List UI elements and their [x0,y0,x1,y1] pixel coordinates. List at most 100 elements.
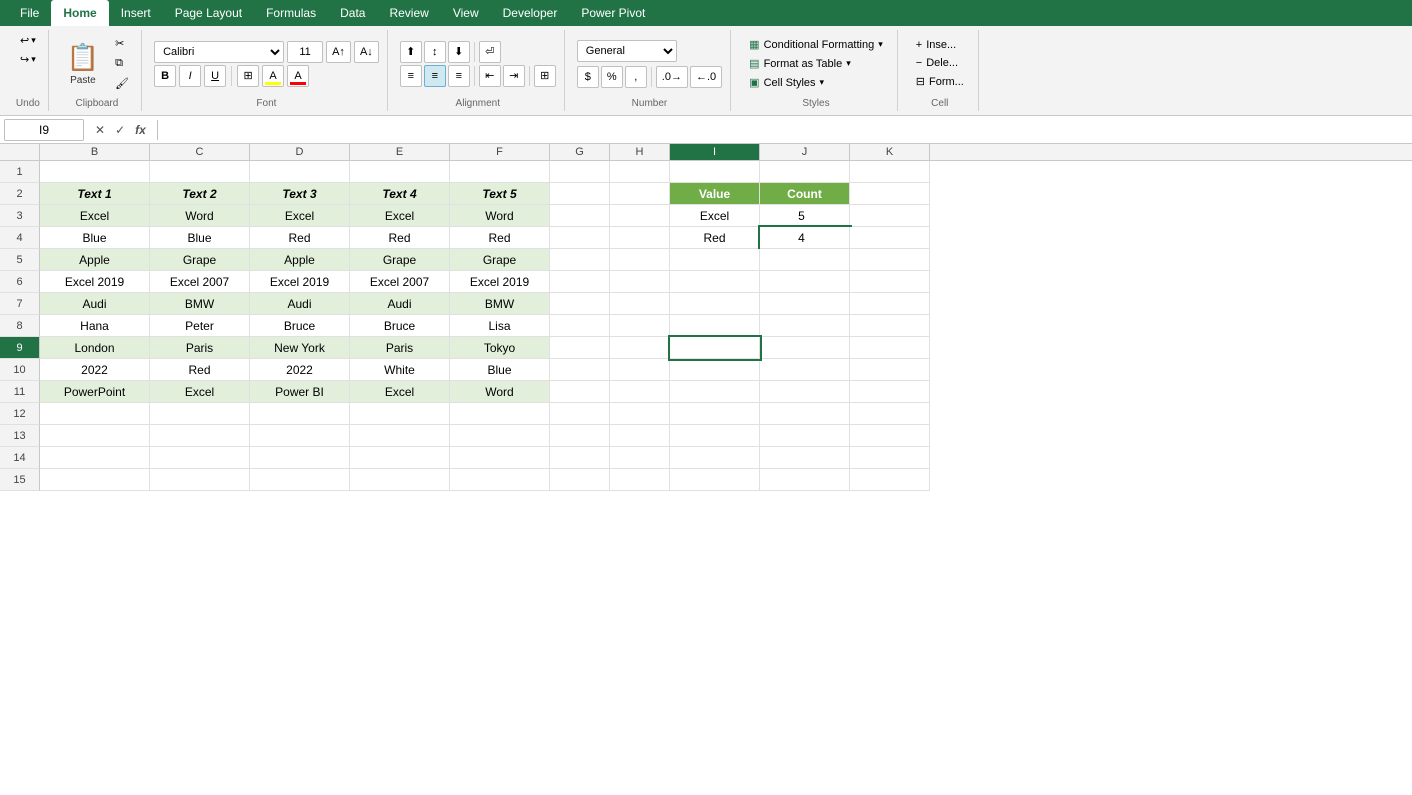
cell-d7[interactable]: Audi [250,293,350,315]
copy-button[interactable]: ⧉ [111,55,133,72]
cell-b13[interactable] [40,425,150,447]
confirm-formula-button[interactable]: ✓ [112,121,128,139]
cell-i14[interactable] [670,447,760,469]
decrease-font-button[interactable]: A↓ [354,41,379,63]
align-middle-button[interactable]: ↕ [424,41,446,63]
cell-i9[interactable] [670,337,760,359]
cell-f6[interactable]: Excel 2019 [450,271,550,293]
cell-i3[interactable]: Excel [670,205,760,227]
col-header-j[interactable]: J [760,144,850,160]
cell-b1[interactable] [40,161,150,183]
cell-styles-button[interactable]: ▣ Cell Styles ▾ [743,74,889,91]
cell-k2[interactable] [850,183,930,205]
cell-c9[interactable]: Paris [150,337,250,359]
cell-j7[interactable] [760,293,850,315]
insert-button[interactable]: + Inse... [910,37,970,53]
decrease-indent-button[interactable]: ⇤ [479,65,501,87]
cell-d4[interactable]: Red [250,227,350,249]
cell-b7[interactable]: Audi [40,293,150,315]
cell-c5[interactable]: Grape [150,249,250,271]
align-right-button[interactable]: ≡ [448,65,470,87]
cell-j1[interactable] [760,161,850,183]
cell-g6[interactable] [550,271,610,293]
cell-f1[interactable] [450,161,550,183]
cell-h6[interactable] [610,271,670,293]
cell-h14[interactable] [610,447,670,469]
cell-k11[interactable] [850,381,930,403]
cell-k15[interactable] [850,469,930,491]
cell-e12[interactable] [350,403,450,425]
col-header-i[interactable]: I [670,144,760,160]
cell-h10[interactable] [610,359,670,381]
cell-e15[interactable] [350,469,450,491]
cell-b4[interactable]: Blue [40,227,150,249]
format-as-table-button[interactable]: ▤ Format as Table ▾ [743,55,889,72]
cell-k10[interactable] [850,359,930,381]
cell-c4[interactable]: Blue [150,227,250,249]
cell-c15[interactable] [150,469,250,491]
undo-button[interactable]: ↩ ▾ [16,32,40,49]
cell-h4[interactable] [610,227,670,249]
cell-j2[interactable]: Count [760,183,850,205]
cell-i8[interactable] [670,315,760,337]
underline-button[interactable]: U [204,65,226,87]
cell-e13[interactable] [350,425,450,447]
cell-j4[interactable]: 4 [760,227,850,249]
cell-g3[interactable] [550,205,610,227]
cell-g9[interactable] [550,337,610,359]
cell-b6[interactable]: Excel 2019 [40,271,150,293]
cut-button[interactable]: ✂ [111,35,133,52]
col-header-k[interactable]: K [850,144,930,160]
cell-e6[interactable]: Excel 2007 [350,271,450,293]
font-name-select[interactable]: Calibri [154,41,284,63]
cell-g1[interactable] [550,161,610,183]
cell-h5[interactable] [610,249,670,271]
cell-h8[interactable] [610,315,670,337]
cell-d11[interactable]: Power BI [250,381,350,403]
cell-i15[interactable] [670,469,760,491]
cell-j9[interactable] [760,337,850,359]
cell-k12[interactable] [850,403,930,425]
tab-developer[interactable]: Developer [491,0,570,26]
cell-d13[interactable] [250,425,350,447]
align-center-button[interactable]: ≡ [424,65,446,87]
cell-j14[interactable] [760,447,850,469]
number-format-select[interactable]: General [577,40,677,62]
formula-input[interactable] [162,122,1408,138]
col-header-c[interactable]: C [150,144,250,160]
cell-k5[interactable] [850,249,930,271]
cell-g8[interactable] [550,315,610,337]
col-header-b[interactable]: B [40,144,150,160]
cell-h7[interactable] [610,293,670,315]
name-box[interactable] [4,119,84,141]
cell-j8[interactable] [760,315,850,337]
tab-data[interactable]: Data [328,0,377,26]
ribbon-tabs[interactable]: File Home Insert Page Layout Formulas Da… [0,0,1412,26]
cell-e14[interactable] [350,447,450,469]
cell-f2[interactable]: Text 5 [450,183,550,205]
cell-e8[interactable]: Bruce [350,315,450,337]
tab-file[interactable]: File [8,0,51,26]
cell-k6[interactable] [850,271,930,293]
cell-c11[interactable]: Excel [150,381,250,403]
cell-d14[interactable] [250,447,350,469]
cell-g5[interactable] [550,249,610,271]
cell-b15[interactable] [40,469,150,491]
cancel-formula-button[interactable]: ✕ [92,121,108,139]
cell-h13[interactable] [610,425,670,447]
cell-e11[interactable]: Excel [350,381,450,403]
cell-j3[interactable]: 5 [760,205,850,227]
cell-j11[interactable] [760,381,850,403]
cell-k4[interactable] [850,227,930,249]
cell-c8[interactable]: Peter [150,315,250,337]
cell-f8[interactable]: Lisa [450,315,550,337]
tab-insert[interactable]: Insert [109,0,163,26]
cell-e7[interactable]: Audi [350,293,450,315]
cell-e1[interactable] [350,161,450,183]
cell-g7[interactable] [550,293,610,315]
cell-i4[interactable]: Red [670,227,760,249]
cell-i5[interactable] [670,249,760,271]
cell-g13[interactable] [550,425,610,447]
cell-d12[interactable] [250,403,350,425]
tab-review[interactable]: Review [377,0,440,26]
